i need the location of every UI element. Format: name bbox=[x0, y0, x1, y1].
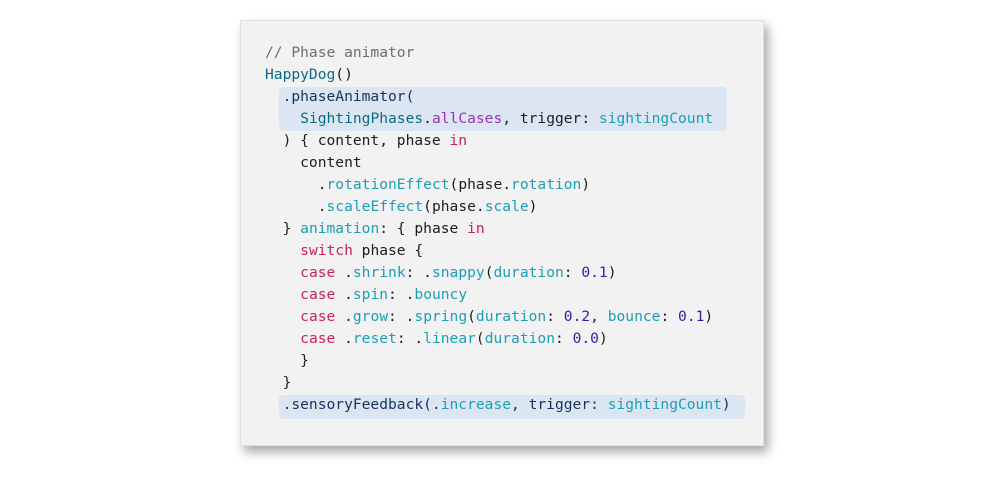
code-token: () bbox=[335, 66, 353, 83]
code-token: 0.1 bbox=[678, 308, 705, 325]
code-line: .sensoryFeedback(.increase, trigger: sig… bbox=[265, 394, 731, 416]
code-token: : { phase bbox=[379, 220, 468, 237]
code-token: ) bbox=[607, 264, 617, 281]
code-line: // Phase animator bbox=[265, 42, 731, 64]
code-token: HappyDog bbox=[265, 66, 336, 83]
code-line: .phaseAnimator( bbox=[265, 86, 731, 108]
code-line: HappyDog() bbox=[265, 64, 731, 86]
code-token: , bbox=[590, 308, 608, 325]
code-token: in bbox=[449, 132, 468, 149]
code-line: case .grow: .spring(duration: 0.2, bounc… bbox=[265, 306, 731, 328]
code-token: } bbox=[265, 374, 292, 391]
code-line: .rotationEffect(phase.rotation) bbox=[265, 174, 731, 196]
code-token: phase { bbox=[352, 242, 424, 259]
code-line: content bbox=[265, 152, 731, 174]
code-token: spring bbox=[414, 308, 468, 325]
code-token: , trigger: bbox=[502, 110, 599, 127]
code-token: // Phase animator bbox=[265, 44, 415, 61]
code-token: . bbox=[335, 330, 353, 347]
code-token: .phaseAnimator( bbox=[265, 88, 415, 105]
code-token: bouncy bbox=[414, 286, 468, 303]
code-token: allCases bbox=[431, 110, 503, 127]
code-token: : . bbox=[396, 330, 424, 347]
code-token: rotation bbox=[511, 176, 582, 193]
code-token: ) bbox=[721, 396, 731, 413]
code-block: // Phase animator HappyDog() .phaseAnimat… bbox=[265, 42, 731, 416]
code-token: case bbox=[300, 264, 336, 281]
code-token: : bbox=[555, 330, 573, 347]
code-token: case bbox=[300, 308, 336, 325]
code-token: ( bbox=[475, 330, 485, 347]
code-token: . bbox=[265, 176, 327, 193]
code-token: switch bbox=[300, 242, 353, 259]
code-line: case .spin: .bouncy bbox=[265, 284, 731, 306]
code-token: : . bbox=[388, 308, 415, 325]
code-token: duration bbox=[475, 308, 547, 325]
code-token: duration bbox=[493, 264, 564, 281]
code-token: . bbox=[335, 264, 353, 281]
code-token: : . bbox=[405, 264, 432, 281]
code-line: } animation: { phase in bbox=[265, 218, 731, 240]
code-line: switch phase { bbox=[265, 240, 731, 262]
code-token: case bbox=[300, 330, 336, 347]
code-line: SightingPhases.allCases, trigger: sighti… bbox=[265, 108, 731, 130]
code-token: animation bbox=[300, 220, 380, 237]
code-token: in bbox=[467, 220, 485, 237]
code-token: rotationEffect bbox=[326, 176, 450, 193]
code-token: scaleEffect bbox=[326, 198, 424, 215]
code-card: // Phase animator HappyDog() .phaseAnimat… bbox=[240, 20, 764, 446]
code-token: ) bbox=[581, 176, 591, 193]
code-token: ) bbox=[598, 330, 608, 347]
code-token: . bbox=[423, 110, 432, 127]
code-token: sightingCount bbox=[607, 396, 722, 413]
code-token: scale bbox=[484, 198, 529, 215]
code-token: : bbox=[563, 264, 582, 281]
code-token: .sensoryFeedback(. bbox=[265, 396, 441, 413]
code-token: grow bbox=[352, 308, 389, 325]
code-token: ( bbox=[467, 308, 476, 325]
code-token: duration bbox=[484, 330, 555, 347]
code-token: content bbox=[265, 154, 362, 171]
code-token: ) bbox=[528, 198, 538, 215]
code-token: spin bbox=[352, 286, 389, 303]
code-token: 0.0 bbox=[572, 330, 599, 347]
code-line: case .shrink: .snappy(duration: 0.1) bbox=[265, 262, 731, 284]
code-token: . bbox=[335, 286, 353, 303]
code-line: } bbox=[265, 350, 731, 372]
code-token: } bbox=[265, 220, 301, 237]
code-token: : bbox=[660, 308, 679, 325]
code-token: bounce bbox=[607, 308, 661, 325]
code-token: 0.2 bbox=[563, 308, 591, 325]
code-token: snappy bbox=[431, 264, 485, 281]
code-token: sightingCount bbox=[598, 110, 714, 127]
code-token: (phase. bbox=[449, 176, 512, 193]
code-line: case .reset: .linear(duration: 0.0) bbox=[265, 328, 731, 350]
code-token: : bbox=[546, 308, 564, 325]
code-token: ) bbox=[704, 308, 714, 325]
code-token: . bbox=[265, 198, 327, 215]
code-token: shrink bbox=[352, 264, 406, 281]
code-token: : . bbox=[388, 286, 415, 303]
code-token: , trigger: bbox=[511, 396, 608, 413]
code-token: (phase. bbox=[423, 198, 485, 215]
code-token: case bbox=[300, 286, 336, 303]
code-token: SightingPhases bbox=[300, 110, 424, 127]
code-token: ) { content, phase bbox=[265, 132, 450, 149]
code-token: increase bbox=[440, 396, 512, 413]
code-token: 0.1 bbox=[581, 264, 608, 281]
code-token: . bbox=[335, 308, 353, 325]
code-line: ) { content, phase in bbox=[265, 130, 731, 152]
code-token: } bbox=[265, 352, 309, 369]
code-token: reset bbox=[352, 330, 397, 347]
code-token: linear bbox=[423, 330, 476, 347]
code-line: .scaleEffect(phase.scale) bbox=[265, 196, 731, 218]
code-line: } bbox=[265, 372, 731, 394]
